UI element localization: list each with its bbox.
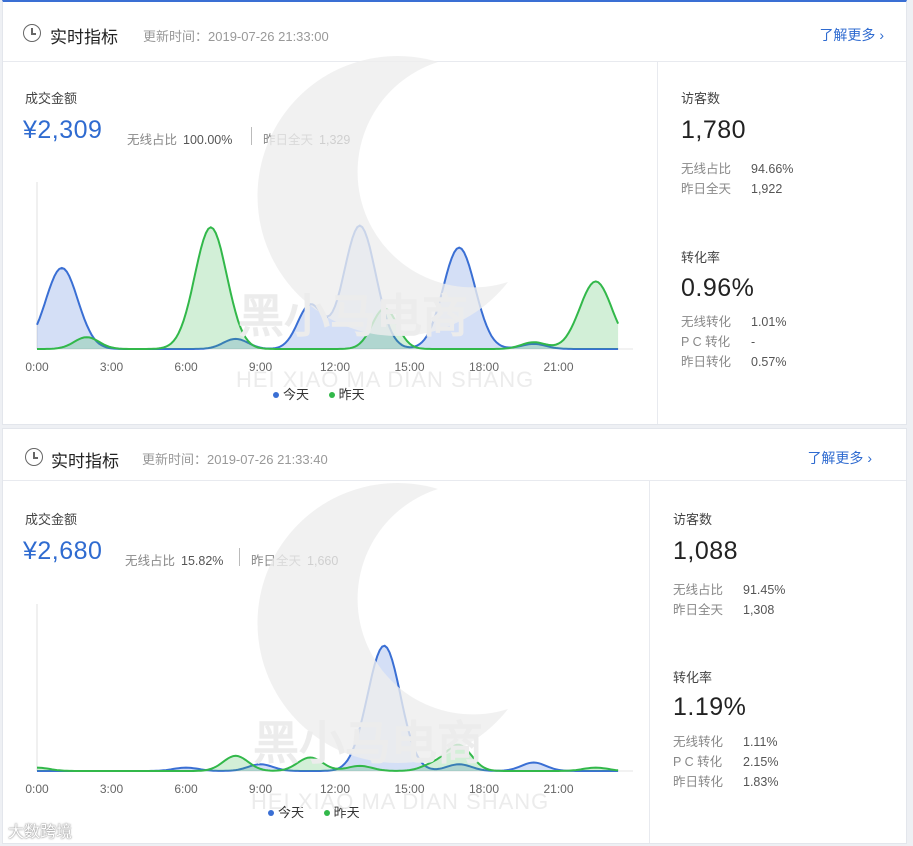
wireless-share-label: 无线占比 <box>125 554 176 568</box>
visitors-wireless: 无线占比 94.66% <box>681 162 794 176</box>
wireless-share: 无线占比 15.82% <box>125 550 223 569</box>
x-tick-label: 9:00 <box>249 782 273 796</box>
x-tick-label: 21:00 <box>543 360 573 374</box>
conversion-wireless: 无线转化 1.01% <box>681 315 787 329</box>
legend-today[interactable]: 今天 <box>273 387 309 402</box>
realtime-panel-2: 实时指标 更新时间：2019-07-26 21:33:40 了解更多 › 成交金… <box>2 428 907 844</box>
learn-more-link[interactable]: 了解更多 › <box>819 25 884 45</box>
conversion-label: 转化率 <box>681 250 721 265</box>
clock-icon <box>23 24 41 42</box>
x-tick-label: 21:00 <box>543 782 573 796</box>
x-tick-label: 15:00 <box>394 360 424 374</box>
x-tick-label: 0:00 <box>25 782 49 796</box>
footer-watermark: 大数跨境 <box>8 824 73 841</box>
wireless-share: 无线占比 100.00% <box>127 129 232 148</box>
visitors-label: 访客数 <box>673 512 713 527</box>
conversion-pc: P C 转化 - <box>681 335 756 349</box>
panel-divider <box>649 481 650 843</box>
visitors-label: 访客数 <box>681 91 721 106</box>
conversion-value: 1.19% <box>673 693 747 721</box>
update-time: 更新时间：2019-07-26 21:33:00 <box>143 29 329 44</box>
conversion-wireless: 无线转化 1.11% <box>673 735 778 749</box>
sales-value: ¥2,680 <box>23 537 103 565</box>
x-tick-label: 6:00 <box>174 360 198 374</box>
realtime-panel-1: 实时指标 更新时间：2019-07-26 21:33:00 了解更多 › 成交金… <box>2 0 907 425</box>
conversion-pc: P C 转化 2.15% <box>673 755 779 769</box>
conversion-yesterday: 昨日转化 0.57% <box>681 355 787 369</box>
wireless-share-value: 100.00% <box>183 133 233 147</box>
x-tick-label: 3:00 <box>100 782 124 796</box>
panel-title: 实时指标 <box>50 28 118 47</box>
visitors-yesterday: 昨日全天 1,308 <box>673 603 775 617</box>
sales-label: 成交金额 <box>25 91 78 106</box>
x-tick-label: 0:00 <box>25 360 49 374</box>
sales-trend-chart: 0:00 3:00 6:00 9:00 12:00 15:00 18:00 21:00 <box>25 604 633 796</box>
visitors-value: 1,088 <box>673 537 739 565</box>
yesterday-total: 昨日全天 1,660 <box>251 550 338 569</box>
yesterday-total: 昨日全天 1,329 <box>263 129 350 148</box>
x-tick-label: 9:00 <box>249 360 273 374</box>
panel-divider <box>657 62 658 424</box>
legend-yesterday[interactable]: 昨天 <box>328 387 365 402</box>
wireless-share-value: 15.82% <box>181 554 224 568</box>
conversion-value: 0.96% <box>681 274 755 302</box>
x-tick-label: 3:00 <box>100 360 124 374</box>
x-tick-label: 18:00 <box>469 360 499 374</box>
legend-today[interactable]: 今天 <box>268 805 304 820</box>
legend-yesterday[interactable]: 昨天 <box>323 805 360 820</box>
wireless-share-label: 无线占比 <box>127 133 178 147</box>
learn-more-link[interactable]: 了解更多 › <box>807 448 872 468</box>
x-tick-label: 12:00 <box>320 360 350 374</box>
x-tick-label: 12:00 <box>320 782 350 796</box>
visitors-wireless: 无线占比 91.45% <box>673 583 786 597</box>
panel-title: 实时指标 <box>51 452 119 471</box>
update-time: 更新时间：2019-07-26 21:33:40 <box>142 452 328 467</box>
separator <box>251 127 252 145</box>
visitors-value: 1,780 <box>681 116 747 144</box>
chart-legend: 今天 昨天 <box>273 384 381 403</box>
x-tick-label: 6:00 <box>174 782 198 796</box>
series-area-today <box>37 225 619 349</box>
sales-value: ¥2,309 <box>23 116 103 144</box>
yesterday-total-label: 昨日全天 <box>263 133 314 147</box>
panel-header: 实时指标 更新时间：2019-07-26 21:33:40 了解更多 › <box>3 429 906 481</box>
clock-icon <box>25 448 43 466</box>
x-tick-label: 15:00 <box>394 782 424 796</box>
yesterday-total-value: 1,660 <box>307 554 339 568</box>
separator <box>239 548 240 566</box>
series-line-today <box>37 644 619 772</box>
conversion-yesterday: 昨日转化 1.83% <box>673 775 779 789</box>
sales-trend-chart: 0:00 3:00 6:00 9:00 12:00 15:00 18:00 21:00 <box>25 182 633 374</box>
panel-header: 实时指标 更新时间：2019-07-26 21:33:00 了解更多 › <box>3 2 906 62</box>
sales-label: 成交金额 <box>25 512 78 527</box>
chart-legend: 今天 昨天 <box>268 802 376 821</box>
yesterday-total-value: 1,329 <box>319 133 351 147</box>
x-tick-label: 18:00 <box>469 782 499 796</box>
series-area-today <box>37 645 619 771</box>
visitors-yesterday: 昨日全天 1,922 <box>681 182 783 196</box>
conversion-label: 转化率 <box>673 670 713 685</box>
yesterday-total-label: 昨日全天 <box>251 554 302 568</box>
